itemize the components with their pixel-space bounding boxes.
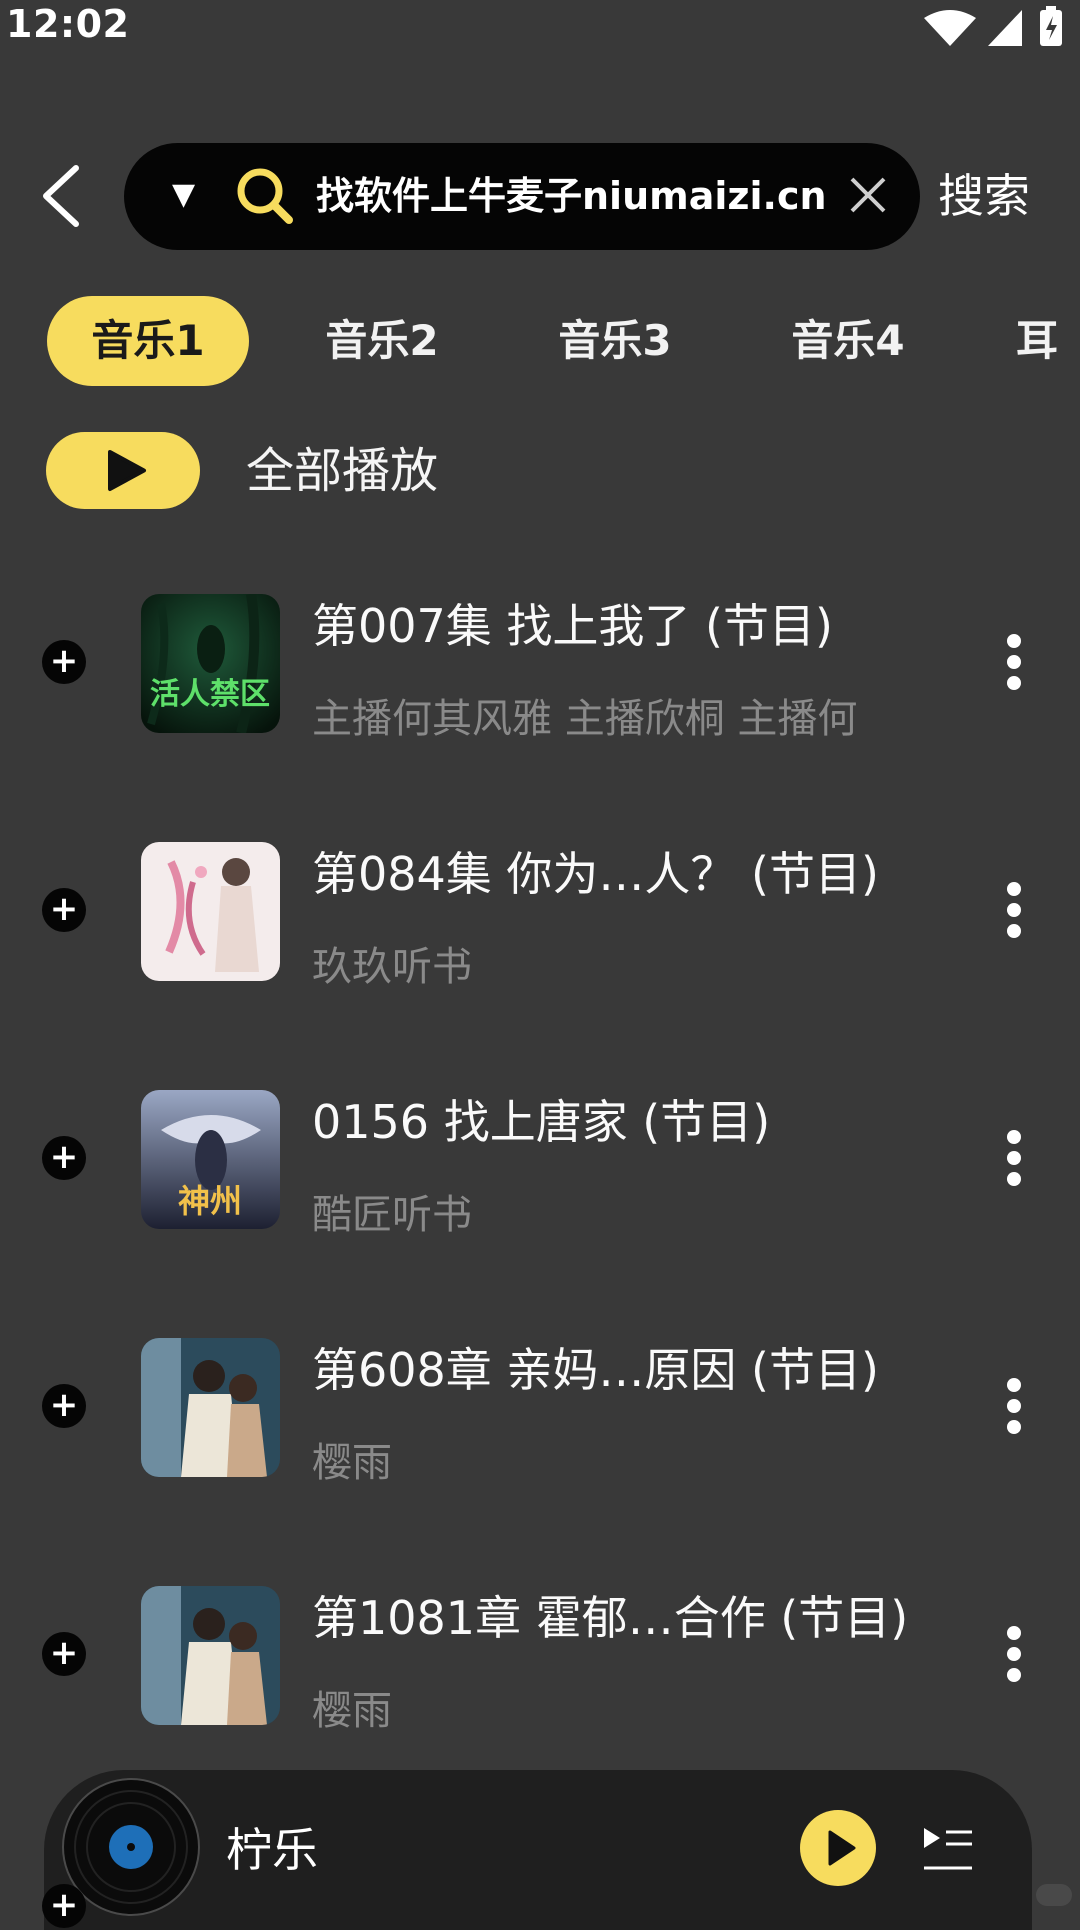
add-icon[interactable]: + [42,888,86,932]
item-title: 第084集 你为…人？ (节目) [312,847,879,901]
list-item[interactable]: + 第608章 亲妈…原因 (节目) 樱雨 [0,1338,1080,1538]
list-item[interactable]: + 第084集 你为…人？ (节目) 玖玖听书 [0,842,1080,1042]
cover-image [141,842,280,981]
status-icons [922,6,1072,48]
add-icon[interactable]: + [42,1136,86,1180]
item-title: 第1081章 霍郁…合作 (节目) [312,1591,909,1645]
chevron-left-icon [43,165,79,227]
add-icon[interactable]: + [42,1884,86,1928]
tab-music-4[interactable]: 音乐4 [766,296,930,386]
item-subtitle: 酷匠听书 [312,1192,472,1238]
item-title: 第608章 亲妈…原因 (节目) [312,1343,879,1397]
now-playing-title[interactable]: 柠乐 [226,1820,318,1880]
list-item[interactable]: + 活人禁区 第007集 找上我了 (节目) 主播何其风雅 主播欣桐 主播何 [0,594,1080,794]
add-icon[interactable]: + [42,1384,86,1428]
watermark-badge [1036,1884,1072,1906]
playlist-queue-icon[interactable] [922,1826,974,1872]
item-title: 第007集 找上我了 (节目) [312,599,833,653]
tab-audio-partial[interactable]: 耳 [1016,296,1080,386]
item-subtitle: 樱雨 [312,1440,392,1486]
play-all-label[interactable]: 全部播放 [246,440,438,502]
search-icon [234,165,296,227]
item-subtitle: 主播何其风雅 主播欣桐 主播何 [312,696,858,742]
add-icon[interactable]: + [42,1632,86,1676]
signal-icon [988,10,1022,46]
dropdown-triangle-icon[interactable]: ▼ [172,173,202,217]
play-icon [108,450,146,491]
more-options-icon[interactable] [1000,1130,1028,1186]
search-bar[interactable]: ▼ 找软件上牛麦子niumaizi.cn [124,143,920,250]
cover-text: 神州 [178,1182,242,1220]
more-options-icon[interactable] [1000,882,1028,938]
battery-icon [1040,6,1062,46]
item-subtitle: 玖玖听书 [312,944,472,990]
cover-text: 活人禁区 [150,677,270,712]
search-input[interactable]: 找软件上牛麦子niumaizi.cn [316,143,827,250]
cover-image [141,1338,280,1477]
tab-music-1[interactable]: 音乐1 [47,296,249,386]
item-subtitle: 樱雨 [312,1688,392,1734]
status-time: 12:02 [6,2,130,46]
cover-image: 活人禁区 [141,594,280,733]
more-options-icon[interactable] [1000,634,1028,690]
play-icon [828,1830,856,1866]
item-title: 0156 找上唐家 (节目) [312,1095,771,1149]
more-options-icon[interactable] [1000,1378,1028,1434]
tab-music-2[interactable]: 音乐2 [300,296,464,386]
more-options-icon[interactable] [1000,1626,1028,1682]
play-all-button[interactable] [46,432,200,509]
tab-music-3[interactable]: 音乐3 [533,296,697,386]
add-icon[interactable]: + [42,640,86,684]
list-item[interactable]: + 神州 0156 找上唐家 (节目) 酷匠听书 [0,1090,1080,1290]
cover-image [141,1586,280,1725]
list-item[interactable]: + 第1081章 霍郁…合作 (节目) 樱雨 [0,1586,1080,1786]
back-button[interactable] [30,158,94,234]
search-button[interactable]: 搜索 [938,166,1030,226]
clear-icon[interactable] [848,175,888,215]
wifi-icon [924,10,976,46]
cover-image: 神州 [141,1090,280,1229]
player-play-button[interactable] [800,1810,876,1886]
